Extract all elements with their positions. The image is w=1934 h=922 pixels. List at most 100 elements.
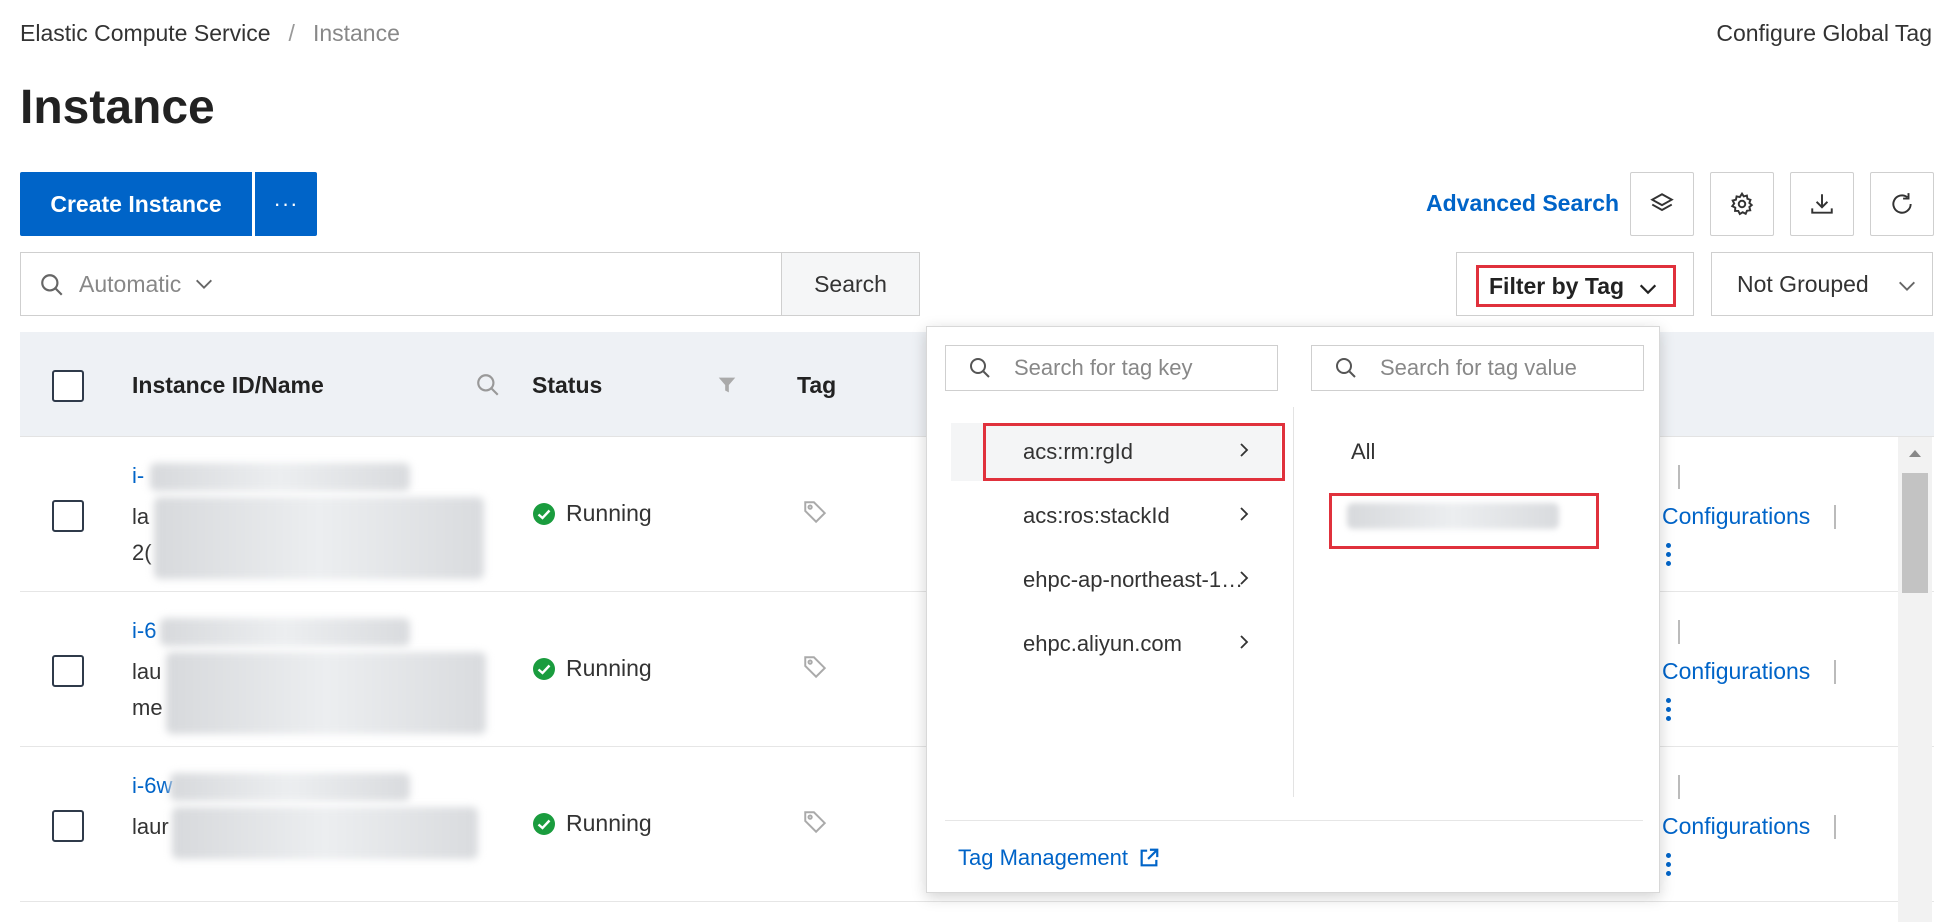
instance-name-line: laur <box>132 814 169 839</box>
layers-icon <box>1650 193 1674 212</box>
instance-name: la 2( <box>132 499 152 571</box>
instance-name: lau me <box>132 654 163 726</box>
configure-global-tag-link[interactable]: Configure Global Tag <box>1716 20 1932 47</box>
row-checkbox[interactable] <box>52 810 84 842</box>
redacted-id <box>160 618 410 646</box>
tag-value-search-input[interactable]: Search for tag value <box>1311 345 1644 391</box>
filter-by-tag-highlight: Filter by Tag <box>1476 265 1676 307</box>
download-icon <box>1811 194 1833 214</box>
redacted-id <box>170 773 410 801</box>
search-icon <box>41 274 63 296</box>
tag-icon[interactable] <box>802 809 828 835</box>
breadcrumb-separator: / <box>288 20 295 46</box>
tag-icon[interactable] <box>802 499 828 525</box>
more-icon[interactable] <box>1666 543 1672 570</box>
instance-id-link[interactable]: i-6 <box>132 618 156 644</box>
redacted-name <box>172 807 478 859</box>
create-instance-button[interactable]: Create Instance <box>20 172 252 236</box>
instance-id-link[interactable]: i-6w <box>132 773 172 799</box>
configurations-link[interactable]: Configurations <box>1662 813 1810 840</box>
instance-name: laur <box>132 809 169 845</box>
group-by-label: Not Grouped <box>1737 270 1869 297</box>
instance-name-line: la <box>132 504 150 529</box>
status-text: Running <box>566 810 652 836</box>
tag-key-item[interactable]: ehpc-ap-northeast-1… <box>951 551 1281 609</box>
refresh-button[interactable] <box>1870 172 1934 236</box>
tag-icon[interactable] <box>802 654 828 680</box>
configurations-link[interactable]: Configurations <box>1662 658 1810 685</box>
column-tag: Tag <box>797 372 837 398</box>
breadcrumb-root[interactable]: Elastic Compute Service <box>20 20 271 47</box>
status-cell: Running <box>532 810 652 837</box>
filter-by-tag-label: Filter by Tag <box>1489 272 1625 299</box>
gear-icon <box>1730 191 1754 216</box>
divider <box>1834 660 1836 684</box>
more-icon[interactable] <box>1666 698 1672 725</box>
check-circle-icon <box>533 812 555 835</box>
row-checkbox[interactable] <box>52 655 84 687</box>
instance-id-link[interactable]: i- <box>132 463 144 489</box>
instance-search-input[interactable]: Automatic <box>20 252 782 316</box>
redacted-name <box>154 497 484 579</box>
tag-management-label: Tag Management <box>958 845 1128 870</box>
chevron-down-icon <box>1639 284 1657 295</box>
chevron-down-icon <box>1899 281 1915 291</box>
tag-value-placeholder: Search for tag value <box>1380 355 1577 380</box>
breadcrumb-current: Instance <box>312 20 400 46</box>
divider <box>1834 505 1836 529</box>
search-icon <box>1336 358 1356 378</box>
panel-divider <box>1293 407 1294 797</box>
status-text: Running <box>566 500 652 526</box>
scroll-up-icon[interactable] <box>1907 447 1923 459</box>
column-status: Status <box>532 372 603 398</box>
more-icon[interactable] <box>1666 853 1672 880</box>
search-mode-selector[interactable]: Automatic <box>79 271 181 298</box>
tag-key-placeholder: Search for tag key <box>1014 355 1193 380</box>
refresh-icon <box>1892 193 1912 214</box>
group-by-dropdown[interactable]: Not Grouped <box>1711 252 1933 316</box>
status-cell: Running <box>532 500 652 527</box>
column-instance-id-name: Instance ID/Name <box>132 372 324 398</box>
tag-key-search-input[interactable]: Search for tag key <box>945 345 1278 391</box>
more-actions-button[interactable]: ··· <box>255 172 317 236</box>
instance-name-line: me <box>132 695 163 720</box>
row-checkbox[interactable] <box>52 500 84 532</box>
layers-button[interactable] <box>1630 172 1694 236</box>
scrollbar-thumb[interactable] <box>1902 473 1928 593</box>
download-button[interactable] <box>1790 172 1854 236</box>
tag-key-label: ehpc-ap-northeast-1… <box>1023 567 1244 592</box>
tag-key-item[interactable]: acs:ros:stackId <box>951 487 1281 545</box>
divider <box>1678 465 1680 489</box>
breadcrumb: Elastic Compute Service / Instance <box>20 20 400 47</box>
search-icon[interactable] <box>475 372 501 398</box>
tag-key-item[interactable]: ehpc.aliyun.com <box>951 615 1281 673</box>
search-icon <box>970 358 990 378</box>
tag-key-label: acs:ros:stackId <box>1023 503 1170 528</box>
divider <box>1678 620 1680 644</box>
chevron-down-icon <box>196 279 213 289</box>
page-title: Instance <box>20 81 215 134</box>
panel-footer-divider <box>945 820 1643 821</box>
status-cell: Running <box>532 655 652 682</box>
check-circle-icon <box>533 502 555 525</box>
chevron-right-icon <box>1240 507 1249 521</box>
tag-value-all[interactable]: All <box>1351 439 1375 465</box>
divider <box>1678 775 1680 799</box>
configurations-link[interactable]: Configurations <box>1662 503 1810 530</box>
tag-key-highlight <box>983 423 1285 481</box>
tag-key-label: ehpc.aliyun.com <box>1023 631 1182 656</box>
divider <box>1834 815 1836 839</box>
settings-button[interactable] <box>1710 172 1774 236</box>
select-all-checkbox[interactable] <box>52 370 84 402</box>
filter-by-tag-dropdown[interactable]: Filter by Tag <box>1456 252 1694 316</box>
search-button[interactable]: Search <box>781 252 920 316</box>
check-circle-icon <box>533 657 555 680</box>
redacted-id <box>150 463 410 491</box>
filter-icon[interactable] <box>716 374 738 396</box>
chevron-right-icon <box>1240 635 1249 649</box>
instance-name-line: lau <box>132 659 162 684</box>
tag-filter-panel: Search for tag key Search for tag value … <box>926 326 1660 893</box>
external-link-icon <box>1140 848 1159 867</box>
tag-management-link[interactable]: Tag Management <box>958 845 1160 871</box>
advanced-search-link[interactable]: Advanced Search <box>1426 190 1619 217</box>
